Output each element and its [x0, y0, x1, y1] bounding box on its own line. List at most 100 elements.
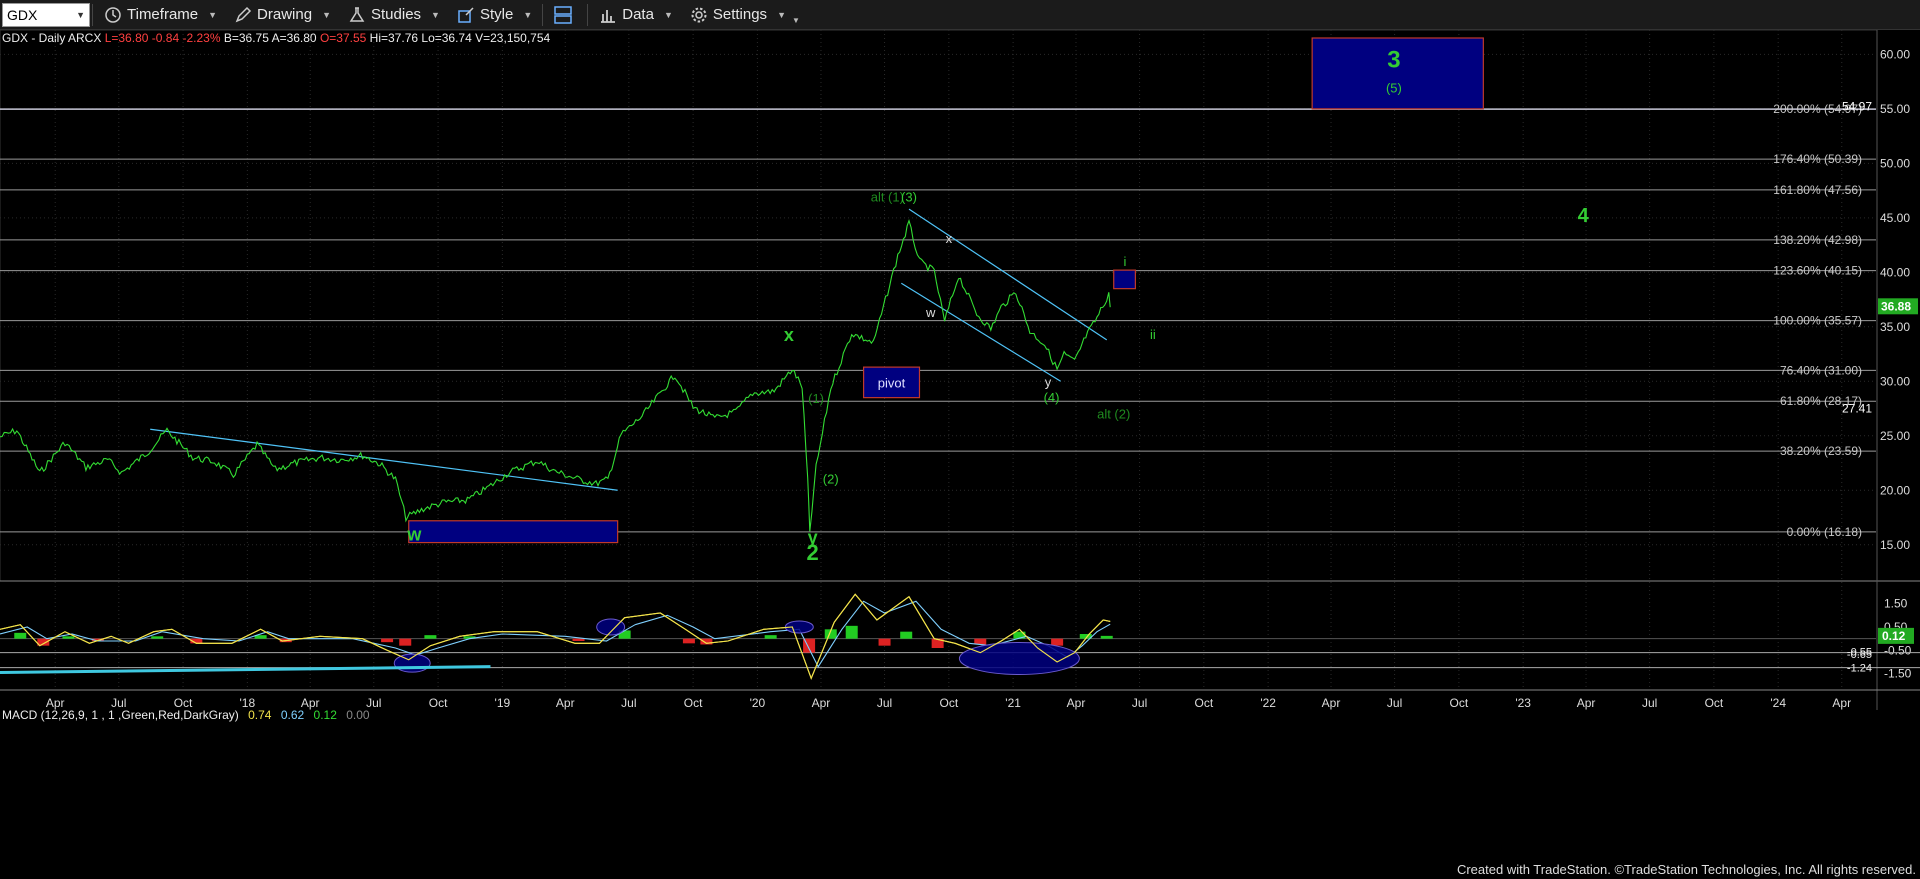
- time-tick-label: Oct: [684, 696, 703, 710]
- fib-level-label: 161.80% (47.56): [1773, 183, 1862, 197]
- macd-histogram-bar: [764, 635, 777, 639]
- fib-level-label: 100.00% (35.57): [1773, 314, 1862, 328]
- price-tick-label: 40.00: [1880, 265, 1910, 279]
- macd-tick-label: -1.50: [1884, 667, 1912, 681]
- style-icon: [456, 5, 476, 25]
- wave-label: (1): [808, 391, 824, 406]
- clock-icon: [103, 5, 123, 25]
- chevron-down-icon: ▼: [791, 16, 800, 25]
- trendline: [901, 282, 1061, 382]
- data-button[interactable]: Data ▼: [590, 0, 681, 30]
- fib-level-label: 123.60% (40.15): [1773, 264, 1862, 278]
- studies-label: Studies: [371, 6, 422, 23]
- time-tick-label: '18: [240, 696, 256, 710]
- time-tick-label: '20: [750, 696, 766, 710]
- time-tick-label: Apr: [301, 696, 320, 710]
- wave-label: x: [946, 231, 953, 246]
- timeframe-button[interactable]: Timeframe ▼: [95, 0, 225, 30]
- macd-histogram-bar: [845, 625, 858, 639]
- time-tick-label: Jul: [1642, 696, 1657, 710]
- macd-value-label: -0.65: [1847, 649, 1872, 661]
- wave-label: i: [1123, 254, 1126, 269]
- wave-label: x: [784, 325, 794, 345]
- chart-area[interactable]: 60.00 55.00 50.00 45.00 40.00 35.00 30.00 25.00…: [0, 30, 1920, 863]
- price-tick-label: 15.00: [1880, 538, 1910, 552]
- chevron-down-icon: ▼: [322, 9, 331, 20]
- style-label: Style: [479, 6, 514, 23]
- flask-icon: [347, 5, 367, 25]
- time-tick-label: Oct: [1195, 696, 1214, 710]
- time-tick-label: Jul: [877, 696, 892, 710]
- toolbar-divider: [92, 3, 93, 26]
- time-axis: Apr Jul Oct '18 Apr Jul Oct '19 Apr Jul Oct '20 Apr J…: [46, 696, 1851, 710]
- chevron-down-icon: ▼: [777, 9, 786, 20]
- target-box: [408, 520, 619, 544]
- price-series-line: [0, 218, 1111, 532]
- fib-level-label: 176.40% (50.39): [1773, 152, 1862, 166]
- time-tick-label: Apr: [1577, 696, 1596, 710]
- time-tick-label: Jul: [366, 696, 381, 710]
- price-tick-label: 35.00: [1880, 320, 1910, 334]
- wave-label: ii: [1150, 327, 1156, 342]
- settings-button[interactable]: Settings ▼ ▼: [681, 0, 808, 30]
- settings-label: Settings: [712, 6, 768, 23]
- time-tick-label: Apr: [812, 696, 831, 710]
- chevron-down-icon: ▼: [431, 9, 440, 20]
- fib-level-label: 38.20% (23.59): [1780, 444, 1862, 458]
- macd-histogram-bar: [900, 631, 913, 639]
- price-tick-label: 20.00: [1880, 483, 1910, 497]
- symbol-text: GDX: [7, 6, 38, 23]
- studies-button[interactable]: Studies ▼: [339, 0, 448, 30]
- macd-histogram-bar: [572, 638, 585, 641]
- price-tick-label: 30.00: [1880, 374, 1910, 388]
- macd-histogram-bar: [381, 638, 394, 643]
- style-button[interactable]: Style ▼: [448, 0, 540, 30]
- macd-value-label: 0.12: [1882, 629, 1906, 643]
- time-tick-label: '21: [1005, 696, 1021, 710]
- layout-icon: [553, 5, 573, 25]
- time-tick-label: Oct: [939, 696, 958, 710]
- drawing-button[interactable]: Drawing ▼: [225, 0, 339, 30]
- target-box: [1113, 269, 1136, 290]
- macd-histogram-bar: [14, 632, 27, 639]
- macd-histogram-bar: [424, 635, 437, 639]
- footer-copyright: Created with TradeStation. ©TradeStation…: [1456, 862, 1916, 877]
- time-tick-label: '23: [1515, 696, 1531, 710]
- price-tick-label: 45.00: [1880, 211, 1910, 225]
- macd-divergence-ellipse: [958, 642, 1080, 675]
- time-tick-label: Jul: [1132, 696, 1147, 710]
- wave-label: w: [925, 305, 936, 320]
- time-tick-label: '24: [1770, 696, 1786, 710]
- time-tick-label: Oct: [1705, 696, 1724, 710]
- time-tick-label: Apr: [556, 696, 575, 710]
- wave-label: (2): [823, 472, 839, 487]
- drawing-label: Drawing: [257, 6, 313, 23]
- last-price-label: 36.88: [1881, 299, 1911, 313]
- time-tick-label: Oct: [174, 696, 193, 710]
- chevron-down-icon[interactable]: ▼: [76, 4, 85, 26]
- time-tick-label: Apr: [1832, 696, 1851, 710]
- timeframe-label: Timeframe: [127, 6, 199, 23]
- time-tick-label: '22: [1260, 696, 1276, 710]
- macd-histogram-bar: [62, 636, 75, 639]
- time-tick-label: Oct: [429, 696, 448, 710]
- time-tick-label: Oct: [1450, 696, 1469, 710]
- chevron-down-icon: ▼: [523, 9, 533, 20]
- symbol-input[interactable]: GDX ▼: [2, 2, 90, 27]
- fib-level-label: 0.00% (16.18): [1787, 525, 1862, 539]
- price-tick-label: 25.00: [1880, 429, 1910, 443]
- macd-histogram-bar: [878, 638, 891, 646]
- macd-histogram-bar: [1100, 635, 1113, 639]
- time-tick-label: Jul: [621, 696, 636, 710]
- layout-button[interactable]: [545, 0, 585, 30]
- wave-label: (5): [1386, 80, 1402, 95]
- price-tick-label: 50.00: [1880, 156, 1910, 170]
- macd-histogram-bar: [682, 638, 695, 644]
- macd-value-label: -1.24: [1847, 663, 1872, 675]
- macd-tick-label: 1.50: [1884, 597, 1908, 611]
- time-tick-label: '19: [495, 696, 511, 710]
- chevron-down-icon: ▼: [663, 9, 673, 20]
- wave-label: w: [406, 524, 422, 544]
- trendline: [150, 428, 618, 491]
- gear-icon: [689, 5, 709, 25]
